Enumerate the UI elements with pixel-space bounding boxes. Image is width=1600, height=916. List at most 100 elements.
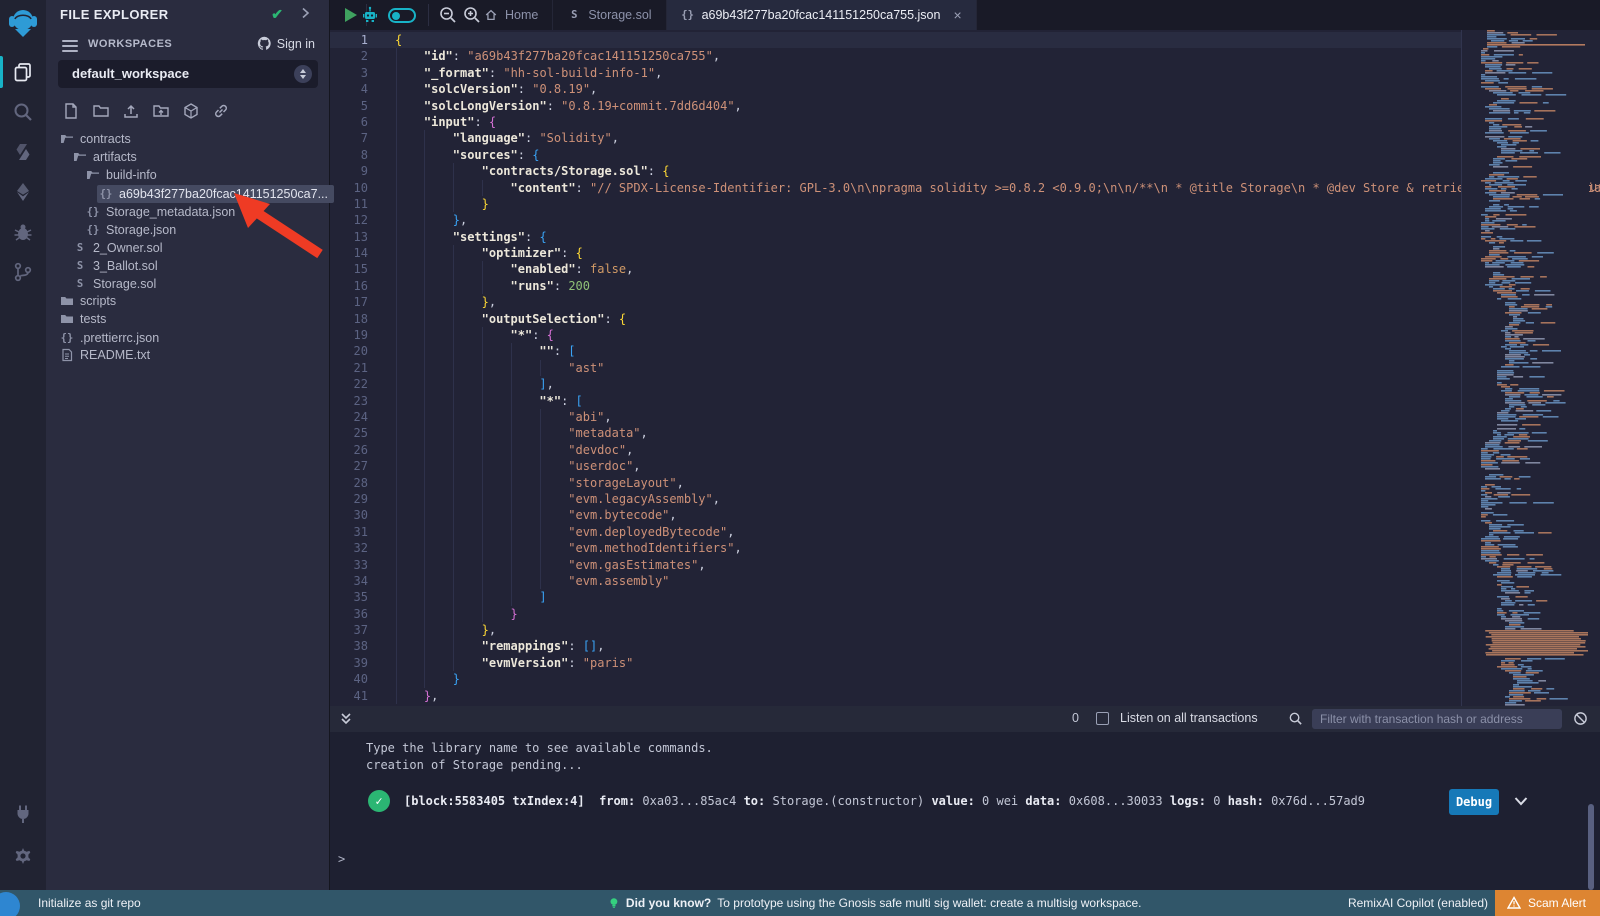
upload-file-icon[interactable] xyxy=(122,102,140,120)
code-line-4: "solcVersion": "0.8.19", xyxy=(395,81,1600,97)
rail-git-icon[interactable] xyxy=(0,252,46,292)
new-folder-icon[interactable] xyxy=(92,102,110,120)
tree-item-3-ballot-sol[interactable]: S3_Ballot.sol xyxy=(46,256,329,274)
code-line-8: "sources": { xyxy=(395,147,1600,163)
file-tree: contractsartifactsbuild-info {} a69b43f277… xyxy=(46,130,329,364)
debug-button[interactable]: Debug xyxy=(1449,789,1499,815)
chevron-right-icon[interactable] xyxy=(297,5,313,26)
rail-debugger-icon[interactable] xyxy=(0,212,46,252)
remix-logo-icon[interactable] xyxy=(6,6,40,40)
rail-deploy-run-icon[interactable] xyxy=(0,172,46,212)
code-lines: {"id": "a69b43f277ba20fcac141151250ca755… xyxy=(395,32,1600,704)
rail-file-explorer-icon[interactable] xyxy=(0,52,46,92)
tree-item-2-owner-sol[interactable]: S2_Owner.sol xyxy=(46,238,329,256)
terminal-prompt[interactable]: > xyxy=(338,852,345,866)
tab-home[interactable]: Home xyxy=(470,0,553,30)
did-you-know-tip: Did you know? To prototype using the Gno… xyxy=(608,896,1142,910)
rail-solidity-compiler-icon[interactable] xyxy=(0,132,46,172)
clear-console-icon[interactable] xyxy=(1573,711,1588,726)
toolbar-separator xyxy=(428,4,429,26)
workspace-select[interactable]: default_workspace xyxy=(58,60,318,88)
tab-storage-sol[interactable]: SStorage.sol xyxy=(553,0,666,30)
expand-transaction-chevron-icon[interactable] xyxy=(1512,792,1530,810)
editor-minimap[interactable] xyxy=(1477,30,1588,706)
rail-search-icon[interactable] xyxy=(0,92,46,132)
listen-all-transactions-checkbox[interactable] xyxy=(1096,712,1109,725)
code-line-7: "language": "Solidity", xyxy=(395,130,1600,146)
tree-item-storage-metadata-json[interactable]: {}Storage_metadata.json xyxy=(46,202,329,220)
tree-item--prettierrc-json[interactable]: {}.prettierrc.json xyxy=(46,328,329,346)
sign-in-label: Sign in xyxy=(277,37,315,51)
code-line-37: }, xyxy=(395,622,1600,638)
tree-item-artifacts[interactable]: artifacts xyxy=(46,148,329,166)
tree-item-label: Storage.json xyxy=(106,221,176,239)
rail-settings-icon[interactable] xyxy=(0,836,46,876)
rail-plugin-manager-icon[interactable] xyxy=(0,794,46,834)
tree-item-readme-txt[interactable]: README.txt xyxy=(46,346,329,364)
tree-item-a69b43f277ba20fcac141151250ca7-[interactable]: {} a69b43f277ba20fcac141151250ca7... xyxy=(46,184,329,202)
tree-item-label: build-info xyxy=(106,166,157,184)
collapse-terminal-icon[interactable] xyxy=(338,711,354,727)
close-tab-icon[interactable]: × xyxy=(953,7,961,23)
copilot-status[interactable]: RemixAI Copilot (enabled) xyxy=(1348,896,1488,910)
code-line-11: } xyxy=(395,196,1600,212)
code-line-25: "metadata", xyxy=(395,425,1600,441)
code-line-34: "evm.assembly" xyxy=(395,573,1600,589)
tree-item-scripts[interactable]: scripts xyxy=(46,292,329,310)
copilot-toggle[interactable] xyxy=(388,8,416,23)
ai-copilot-robot-icon[interactable] xyxy=(360,5,380,25)
tree-item-contracts[interactable]: contracts xyxy=(46,130,329,148)
code-line-19: "*": { xyxy=(395,327,1600,343)
zoom-out-icon[interactable] xyxy=(438,5,458,25)
code-line-39: "evmVersion": "paris" xyxy=(395,655,1600,671)
activity-bar xyxy=(0,0,46,890)
run-script-button[interactable] xyxy=(340,5,360,25)
tree-item-label: a69b43f277ba20fcac141151250ca7... xyxy=(119,185,328,203)
terminal-body[interactable]: Type the library name to see available c… xyxy=(330,732,1600,890)
tab-label: Storage.sol xyxy=(588,8,651,22)
json-file-icon: {} xyxy=(86,205,100,219)
code-line-27: "userdoc", xyxy=(395,458,1600,474)
panel-title: FILE EXPLORER xyxy=(60,7,169,22)
json-file-icon: {} xyxy=(99,187,113,201)
transaction-log-row[interactable]: ✓ [block:5583405 txIndex:4] from: 0xa03.… xyxy=(330,788,1600,818)
code-line-38: "remappings": [], xyxy=(395,638,1600,654)
tree-item-tests[interactable]: tests xyxy=(46,310,329,328)
tree-item-label: Storage.sol xyxy=(93,275,156,293)
remix-ide-window: FILE EXPLORER ✔ WORKSPACES Sign in defau… xyxy=(0,0,1600,916)
code-editor[interactable]: 1234567891011121314151617181920212223242… xyxy=(330,30,1600,706)
upload-folder-icon[interactable] xyxy=(152,102,170,120)
tree-item-storage-sol[interactable]: SStorage.sol xyxy=(46,274,329,292)
cube-icon[interactable] xyxy=(182,102,200,120)
code-line-29: "evm.legacyAssembly", xyxy=(395,491,1600,507)
tab-a69b43f277ba20fcac141151250ca755-json[interactable]: {}a69b43f277ba20fcac141151250ca755.json× xyxy=(667,0,977,30)
code-line-31: "evm.deployedBytecode", xyxy=(395,524,1600,540)
code-line-33: "evm.gasEstimates", xyxy=(395,557,1600,573)
code-line-20: "": [ xyxy=(395,343,1600,359)
code-line-24: "abi", xyxy=(395,409,1600,425)
new-file-icon[interactable] xyxy=(62,102,80,120)
git-init-status[interactable]: Initialize as git repo xyxy=(38,896,141,910)
check-icon[interactable]: ✔ xyxy=(271,6,283,23)
code-line-22: ], xyxy=(395,376,1600,392)
hamburger-menu-icon[interactable] xyxy=(62,37,78,51)
link-icon[interactable] xyxy=(212,102,230,120)
tree-item-storage-json[interactable]: {}Storage.json xyxy=(46,220,329,238)
code-line-1: { xyxy=(395,32,1600,48)
scam-alert-badge[interactable]: Scam Alert xyxy=(1495,890,1600,916)
code-line-21: "ast" xyxy=(395,360,1600,376)
folder-icon xyxy=(60,312,74,326)
folder-open-icon xyxy=(73,150,87,164)
tree-item-label: README.txt xyxy=(80,346,150,364)
terminal-scrollbar-thumb[interactable] xyxy=(1588,804,1594,890)
terminal-log: Type the library name to see available c… xyxy=(366,740,713,774)
code-line-23: "*": [ xyxy=(395,393,1600,409)
tip-title: Did you know? xyxy=(626,896,711,910)
code-line-3: "_format": "hh-sol-build-info-1", xyxy=(395,65,1600,81)
transaction-filter-input[interactable] xyxy=(1312,709,1562,729)
workspaces-row: WORKSPACES Sign in xyxy=(46,32,329,58)
github-icon xyxy=(257,36,272,51)
tree-item-build-info[interactable]: build-info xyxy=(46,166,329,184)
sign-in-button[interactable]: Sign in xyxy=(257,36,315,51)
editor-region: HomeSStorage.sol{}a69b43f277ba20fcac1411… xyxy=(330,0,1600,890)
